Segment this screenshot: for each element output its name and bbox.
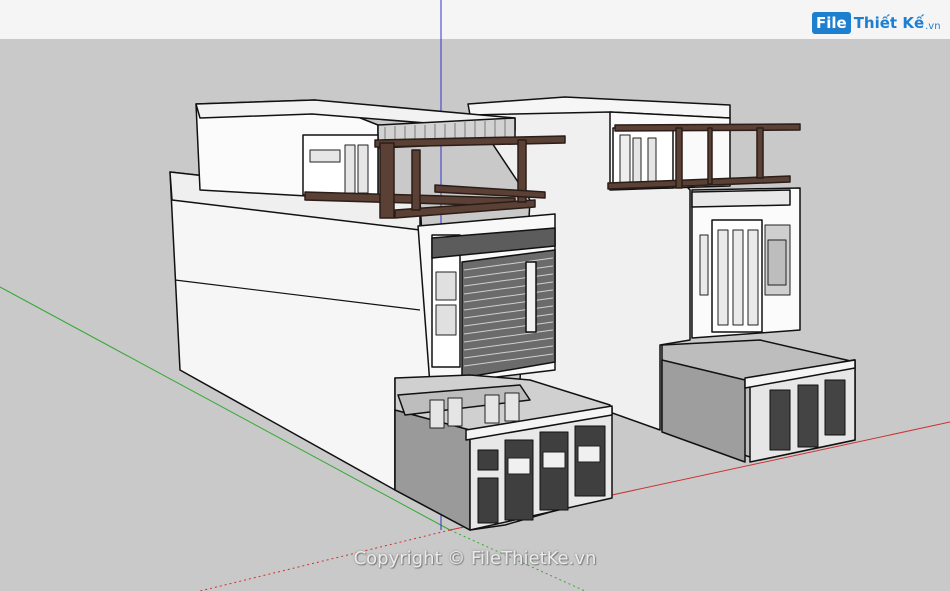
logo-tld: .vn: [925, 20, 941, 32]
logo-text: Thiết Kế: [853, 14, 925, 32]
scene-canvas[interactable]: [0, 0, 950, 591]
logo-box: File: [812, 12, 851, 34]
modeling-viewport[interactable]: File Thiết Kế .vn Copyright © FileThietK…: [0, 0, 950, 591]
house-1-louver-panel: [461, 249, 556, 379]
copyright-watermark: Copyright © FileThietKe.vn: [353, 548, 597, 569]
brand-logo: File Thiết Kế .vn: [812, 8, 941, 38]
